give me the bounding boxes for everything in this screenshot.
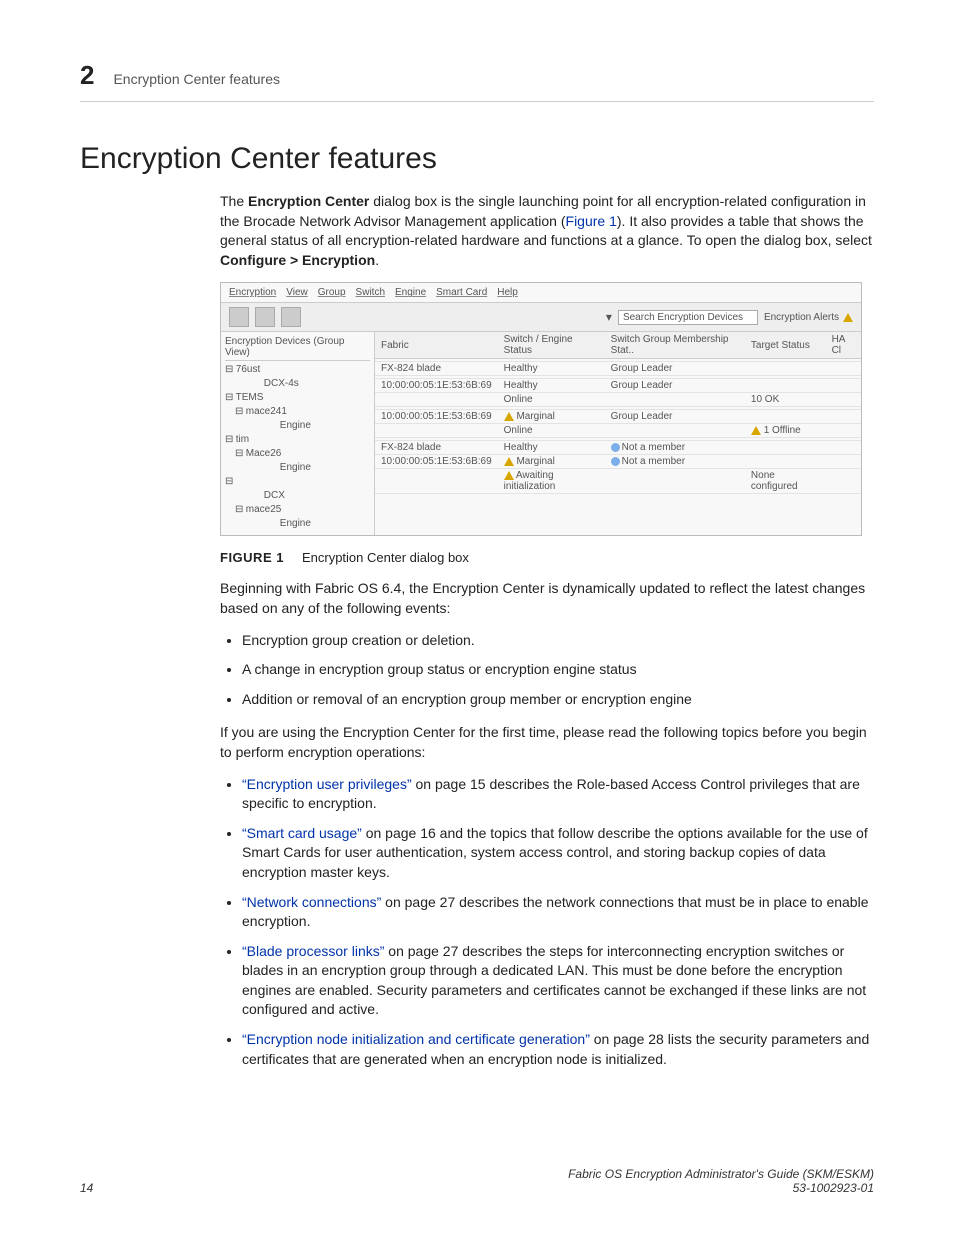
tree-node: ⊟ Mace26 xyxy=(225,447,370,461)
list-item: Addition or removal of an encryption gro… xyxy=(242,690,874,710)
running-header: 2 Encryption Center features xyxy=(80,60,874,91)
chapter-number: 2 xyxy=(80,60,93,91)
tree-node: ⊟ 76ust xyxy=(225,363,370,377)
list-item: “Encryption node initialization and cert… xyxy=(242,1030,874,1069)
warning-icon xyxy=(504,412,514,421)
screenshot-toolbar: ▾ Search Encryption Devices Encryption A… xyxy=(221,303,861,332)
encryption-alerts-label: Encryption Alerts xyxy=(764,312,839,323)
tree-node: DCX-4s xyxy=(225,377,370,391)
device-tree: Encryption Devices (Group View) ⊟ 76ust … xyxy=(221,332,375,535)
screenshot-menubar: Encryption View Group Switch Engine Smart Car… xyxy=(221,283,861,303)
table-row: Awaiting initializationNone configured xyxy=(375,469,861,494)
table-row: 10:00:00:05:1E:53:6B:69 MarginalNot a me… xyxy=(375,455,861,469)
column-header: Target Status xyxy=(745,332,826,359)
table-row: FX-824 bladeHealthyNot a member xyxy=(375,441,861,455)
header-rule xyxy=(80,101,874,102)
doc-id: Fabric OS Encryption Administrator's Gui… xyxy=(568,1167,874,1195)
tree-node: Engine xyxy=(225,517,370,531)
menu-item: Smart Card xyxy=(436,287,487,298)
menu-item: View xyxy=(286,287,308,298)
topic-link[interactable]: “Smart card usage” xyxy=(242,825,362,841)
table-row: FX-824 bladeHealthyGroup Leader xyxy=(375,362,861,376)
section-heading: Encryption Center features xyxy=(80,142,874,176)
column-header: Fabric xyxy=(375,332,498,359)
tree-node: ⊟ mace25 xyxy=(225,503,370,517)
toolbar-icon xyxy=(229,307,249,327)
events-list: Encryption group creation or deletion. A … xyxy=(220,631,874,710)
menu-item: Engine xyxy=(395,287,426,298)
intro-paragraph: The Encryption Center dialog box is the … xyxy=(220,192,874,270)
list-item: Encryption group creation or deletion. xyxy=(242,631,874,651)
paragraph-updates: Beginning with Fabric OS 6.4, the Encryp… xyxy=(220,579,874,618)
list-item: “Blade processor links” on page 27 descr… xyxy=(242,942,874,1020)
table-row: Online 1 Offline xyxy=(375,424,861,438)
menu-item: Help xyxy=(497,287,518,298)
list-item: A change in encryption group status or e… xyxy=(242,660,874,680)
column-header: Switch Group Membership Stat.. xyxy=(605,332,745,359)
list-item: “Smart card usage” on page 16 and the to… xyxy=(242,824,874,883)
tree-node: DCX xyxy=(225,489,370,503)
topic-link[interactable]: “Blade processor links” xyxy=(242,943,384,959)
figure-caption: FIGURE 1Encryption Center dialog box xyxy=(220,550,874,565)
menu-item: Encryption xyxy=(229,287,276,298)
warning-icon xyxy=(843,313,853,322)
toolbar-icon xyxy=(255,307,275,327)
topics-list: “Encryption user privileges” on page 15 … xyxy=(220,775,874,1070)
tree-node: ⊟ mace241 xyxy=(225,405,370,419)
info-icon xyxy=(611,457,620,466)
device-grid: FabricSwitch / Engine StatusSwitch Group… xyxy=(375,332,861,535)
search-input: Search Encryption Devices xyxy=(618,310,758,325)
figure-1-xref[interactable]: Figure 1 xyxy=(566,213,617,229)
list-item: “Encryption user privileges” on page 15 … xyxy=(242,775,874,814)
info-icon xyxy=(611,443,620,452)
table-row: 10:00:00:05:1E:53:6B:69HealthyGroup Lead… xyxy=(375,379,861,393)
topic-link[interactable]: “Network connections” xyxy=(242,894,381,910)
topic-link[interactable]: “Encryption user privileges” xyxy=(242,776,412,792)
page-number: 14 xyxy=(80,1181,93,1195)
warning-icon xyxy=(751,426,761,435)
encryption-center-screenshot: Encryption View Group Switch Engine Smart Car… xyxy=(220,282,862,536)
column-header: HA Cl xyxy=(826,332,861,359)
tree-header: Encryption Devices (Group View) xyxy=(225,336,370,361)
tree-node: Engine xyxy=(225,461,370,475)
tree-node: ⊟ TEMS xyxy=(225,391,370,405)
refresh-icon xyxy=(281,307,301,327)
tree-node: ⊟ tim xyxy=(225,433,370,447)
paragraph-first-time: If you are using the Encryption Center f… xyxy=(220,723,874,762)
table-row: Online10 OK xyxy=(375,393,861,407)
page-footer: 14 Fabric OS Encryption Administrator's … xyxy=(80,1167,874,1195)
warning-icon xyxy=(504,471,514,480)
tree-node: Engine xyxy=(225,419,370,433)
topic-link[interactable]: “Encryption node initialization and cert… xyxy=(242,1031,590,1047)
menu-item: Group xyxy=(318,287,346,298)
tree-node: ⊟ xyxy=(225,475,370,489)
column-header: Switch / Engine Status xyxy=(498,332,605,359)
chapter-title: Encryption Center features xyxy=(113,71,280,87)
list-item: “Network connections” on page 27 describ… xyxy=(242,893,874,932)
table-row: 10:00:00:05:1E:53:6B:69 MarginalGroup Le… xyxy=(375,410,861,424)
menu-item: Switch xyxy=(356,287,385,298)
warning-icon xyxy=(504,457,514,466)
